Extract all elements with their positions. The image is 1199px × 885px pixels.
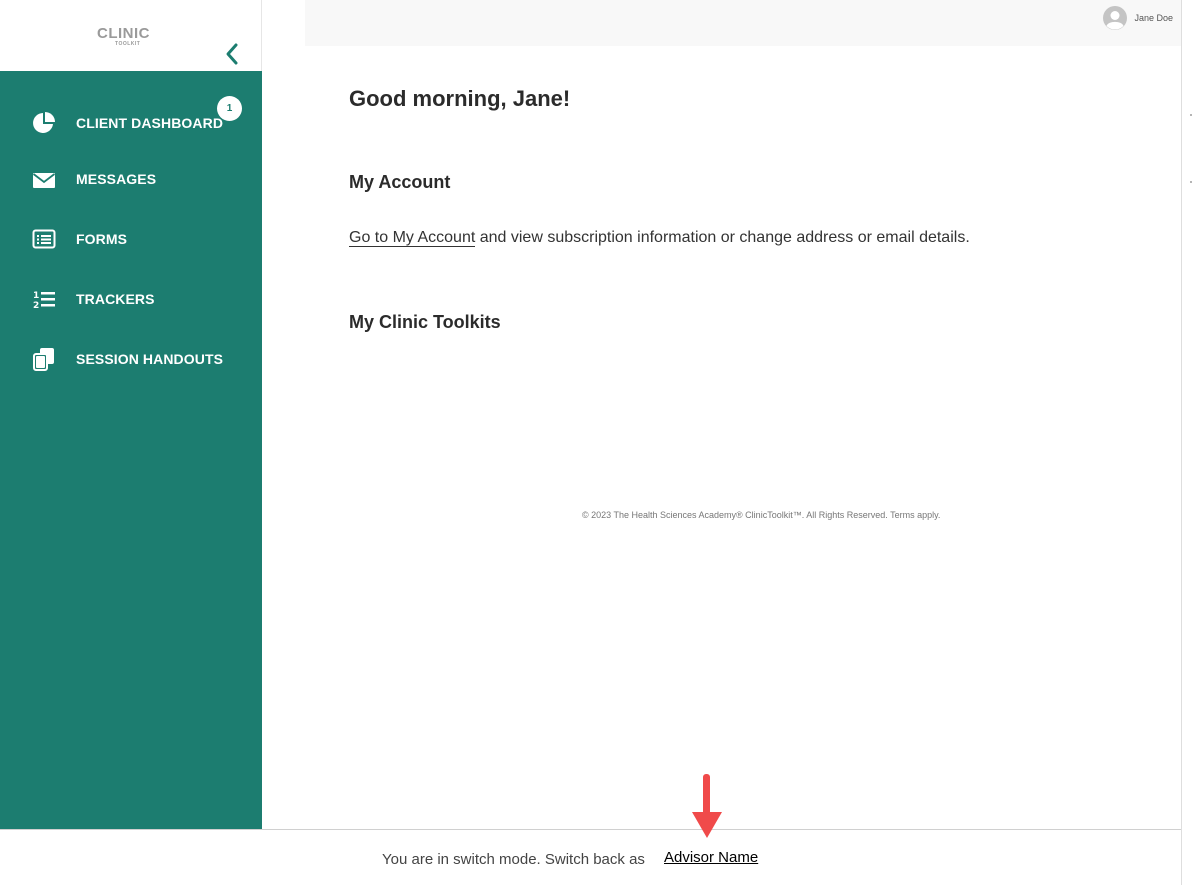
top-bar: Jane Doe (305, 0, 1181, 46)
my-account-heading: My Account (349, 172, 451, 192)
svg-text:2: 2 (33, 301, 39, 311)
logo-text: CLINIC (97, 25, 150, 42)
clinic-toolkit-logo[interactable]: CLINIC TOOLKIT (97, 26, 157, 48)
greeting-heading: Good morning, Jane! (349, 86, 571, 111)
sidebar-item-forms[interactable]: FORMS (0, 215, 262, 263)
switch-mode-bar: You are in switch mode. Switch back as A… (0, 829, 1181, 885)
account-description: Go to My Account and view subscription i… (349, 229, 970, 247)
svg-text:1: 1 (33, 291, 39, 301)
switch-back-advisor-link[interactable]: Advisor Name (664, 849, 758, 866)
copy-documents-icon (32, 347, 56, 371)
user-name: Jane Doe (1134, 13, 1173, 23)
red-arrow-annotation-icon (692, 774, 722, 838)
copyright-footer: © 2023 The Health Sciences Academy® Clin… (582, 510, 941, 520)
pie-chart-icon (32, 111, 56, 135)
scroll-tick (1190, 181, 1192, 183)
unread-messages-badge: 1 (217, 96, 242, 121)
switch-mode-text: You are in switch mode. Switch back as (382, 851, 645, 868)
sidebar-item-session-handouts[interactable]: SESSION HANDOUTS (0, 335, 262, 383)
logo-subtext: TOOLKIT (115, 41, 141, 47)
account-description-text: and view subscription information or cha… (475, 229, 970, 246)
sidebar-item-label: FORMS (76, 231, 128, 247)
logo-area: CLINIC TOOLKIT (0, 0, 262, 71)
scrollbar[interactable] (1181, 0, 1199, 885)
sidebar-item-label: CLIENT DASHBOARD (76, 115, 224, 131)
my-clinic-toolkits-heading: My Clinic Toolkits (349, 312, 501, 332)
collapse-sidebar-button[interactable] (222, 42, 244, 66)
main-content: Good morning, Jane! My Account Go to My … (305, 46, 1181, 829)
scroll-tick (1190, 114, 1192, 116)
sidebar-item-trackers[interactable]: 1 2 TRACKERS (0, 275, 262, 323)
sidebar-item-label: MESSAGES (76, 171, 157, 187)
numbered-list-icon: 1 2 (32, 287, 56, 311)
avatar (1103, 6, 1127, 30)
envelope-icon (32, 167, 56, 191)
user-avatar-icon (1103, 6, 1127, 30)
sidebar-item-label: SESSION HANDOUTS (76, 351, 224, 367)
sidebar: CLINIC TOOLKIT CLIENT DASHBOARD MESSAGES… (0, 0, 262, 829)
go-to-my-account-link[interactable]: Go to My Account (349, 229, 476, 247)
sidebar-item-label: TRACKERS (76, 291, 155, 307)
list-form-icon (32, 227, 56, 251)
chevron-left-icon (226, 43, 238, 65)
sidebar-item-messages[interactable]: MESSAGES (0, 155, 262, 203)
